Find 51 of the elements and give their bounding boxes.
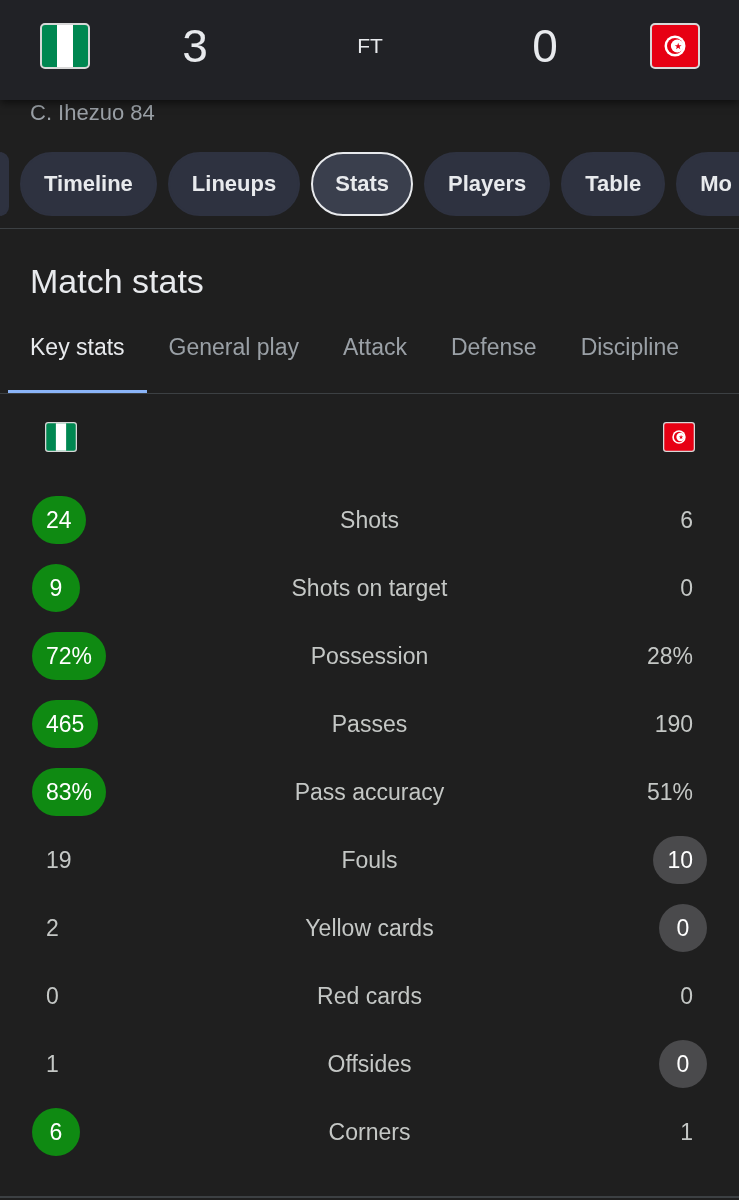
section-title: Match stats	[29, 261, 205, 301]
stat-value: 28%	[645, 642, 694, 671]
stats-tab[interactable]: General play	[146, 310, 322, 393]
stat-value: 465	[32, 700, 99, 748]
stats-tab[interactable]: Attack	[321, 310, 429, 393]
stat-label: Pass accuracy	[294, 778, 445, 807]
stats-tab[interactable]: Defense	[428, 310, 559, 393]
match-status: FT	[356, 33, 384, 59]
stat-value: 1	[679, 1118, 694, 1147]
tunisia-flag-icon	[663, 422, 695, 452]
nigeria-flag-icon	[40, 23, 90, 69]
nav-chip[interactable]: Players	[424, 152, 551, 216]
stat-value: 10	[653, 836, 707, 884]
stat-value: 1	[45, 1050, 60, 1079]
nav-chip[interactable]: Timeline	[20, 152, 157, 216]
scorer-text: C. Ihezuo 84	[29, 100, 156, 126]
stat-value: 72%	[32, 632, 107, 680]
nav-chip[interactable]: Lineups	[167, 152, 301, 216]
nav-chip[interactable]: Table	[561, 152, 666, 216]
stat-value: 0	[679, 574, 694, 603]
stat-value: 190	[653, 710, 694, 739]
stat-label: Shots on target	[291, 574, 448, 603]
stat-label: Passes	[331, 710, 408, 739]
nav-chip[interactable]: Stats	[311, 152, 413, 216]
stat-value: 2	[45, 914, 60, 943]
stat-label: Shots	[340, 506, 399, 535]
nigeria-flag-icon	[45, 422, 77, 452]
nav-chip[interactable]	[0, 152, 9, 216]
stat-value: 83%	[32, 768, 107, 816]
stat-value: 6	[679, 506, 694, 535]
stat-value: 6	[32, 1108, 80, 1156]
stat-value: 0	[679, 982, 694, 1011]
stat-label: Offsides	[327, 1050, 412, 1079]
stat-value: 24	[32, 496, 86, 544]
stat-value: 19	[45, 846, 73, 875]
stat-value: 0	[45, 982, 60, 1011]
stat-label: Corners	[328, 1118, 411, 1147]
stat-value: 9	[32, 564, 80, 612]
stat-label: Possession	[310, 642, 429, 671]
stat-label: Yellow cards	[305, 914, 434, 943]
stats-tab[interactable]: Discipline	[558, 310, 702, 393]
stat-label: Fouls	[341, 846, 398, 875]
stat-value: 0	[659, 904, 707, 952]
nav-chip[interactable]: Mo	[676, 152, 739, 216]
tunisia-flag-icon	[650, 23, 700, 69]
home-score: 3	[181, 21, 209, 71]
stats-tab[interactable]: Key stats	[8, 310, 147, 393]
stat-value: 0	[659, 1040, 707, 1088]
stat-value: 51%	[645, 778, 694, 807]
away-score: 0	[531, 21, 559, 71]
stat-label: Red cards	[317, 982, 422, 1011]
